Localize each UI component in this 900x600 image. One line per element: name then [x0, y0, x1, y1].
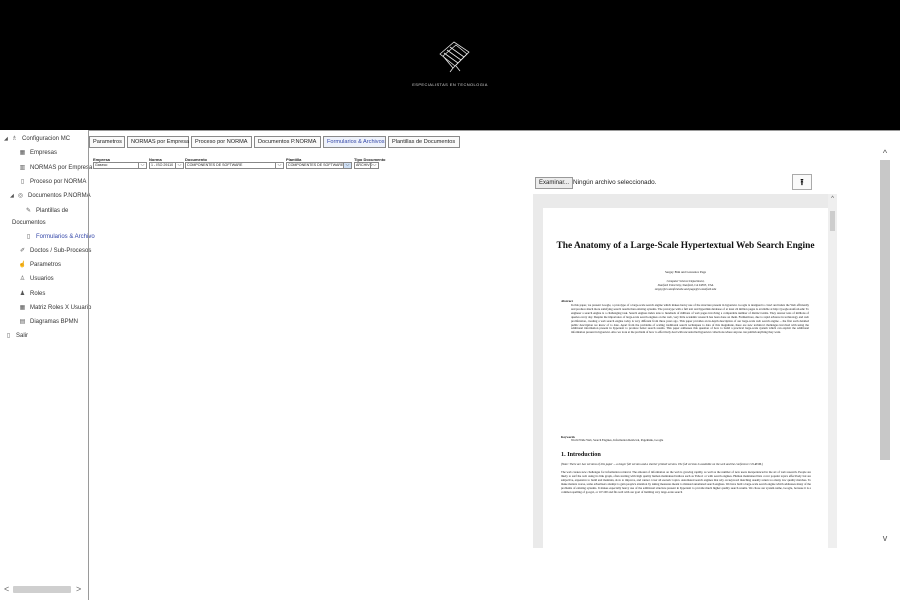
sidebar-item-salir[interactable]: ▯ Salir — [4, 330, 28, 342]
scrollbar-thumb[interactable] — [830, 211, 835, 231]
tab-proceso-por-norma[interactable]: Proceso por NORMA — [191, 136, 252, 148]
tipo-documento-select[interactable]: ARCHIVO ⌵ — [354, 162, 379, 169]
pdf-authors: Sergey Brin and Lawrence Page — [664, 270, 706, 274]
file-upload: Examinar... Ningún archivo seleccionado. — [535, 176, 793, 192]
building-icon: ▦ — [19, 150, 26, 156]
users-icon: ♟ — [19, 291, 26, 297]
sidebar-item-matriz-roles[interactable]: ▦ Matriz Roles X Usuario — [18, 302, 92, 314]
pdf-title: The Anatomy of a Large-Scale Hypertextua… — [556, 241, 815, 251]
sidebar-item-proceso-por-norma[interactable]: ▯ Proceso por NORMA — [18, 176, 87, 188]
main-vertical-scrollbar[interactable]: ^ v — [879, 148, 893, 588]
scrollbar-thumb[interactable] — [13, 586, 71, 593]
norma-select[interactable]: 1 - ISO 29110 ⌵ — [149, 162, 184, 169]
sidebar-item-doctos-subprocesos[interactable]: ✐ Doctos / Sub-Procesos — [18, 245, 91, 257]
grid-icon: ▦ — [19, 305, 26, 311]
tab-normas-por-empresa[interactable]: NORMAS por Empresa — [127, 136, 189, 148]
documento-select[interactable]: COMPONENTES DE SOFTWARE ⌵ — [185, 162, 284, 169]
sidebar-item-plantillas-line2[interactable]: Documentos — [12, 217, 46, 229]
file-status-text: Ningún archivo seleccionado. — [573, 179, 657, 186]
scroll-up-button[interactable]: ^ — [879, 148, 891, 158]
pdf-vertical-scrollbar[interactable]: ^ — [828, 194, 837, 548]
scroll-left-button[interactable]: < — [4, 583, 9, 595]
sidebar-item-configuracion[interactable]: ◢ ♗ Configuracion MC — [4, 133, 70, 145]
company-tagline: ESPECIALISTAS EN TECNOLOGIA — [412, 82, 488, 87]
scrollbar-thumb[interactable] — [880, 160, 890, 460]
chevron-down-icon[interactable]: ⌵ — [275, 163, 283, 168]
scroll-up-icon[interactable]: ^ — [828, 196, 837, 202]
pdf-section-heading: 1. Introduction — [561, 451, 601, 458]
sidebar-item-documentos-pnorma[interactable]: ◢ ◎ Documentos P.NORMA — [10, 190, 91, 202]
file-icon: ▯ — [26, 234, 31, 240]
sidebar-item-parametros[interactable]: ☝ Parametros — [18, 259, 61, 271]
pdf-keywords: World Wide Web, Search Engines, Informat… — [571, 438, 664, 442]
pdf-abstract: In this paper, we present Google, a prot… — [571, 303, 809, 335]
empresa-select[interactable]: Gaseco ⌵ — [93, 162, 147, 169]
org-icon: ♗ — [11, 136, 18, 142]
sidebar-item-normas-por-empresa[interactable]: ▥ NORMAS por Empresa — [18, 162, 93, 174]
navigation-sidebar: ◢ ♗ Configuracion MC ▦ Empresas ▥ NORMAS por… — [0, 130, 95, 600]
plantilla-select[interactable]: COMPONENTES DE SOFTWARE ⌵ — [286, 162, 352, 169]
chevron-down-icon[interactable]: ⌵ — [370, 163, 378, 168]
scroll-right-button[interactable]: > — [76, 583, 81, 595]
chevron-down-icon[interactable]: ⌵ — [175, 163, 183, 168]
tab-formularios-archivos[interactable]: Formularios & ArchivosX — [323, 136, 392, 148]
hand-icon: ☝ — [18, 262, 27, 268]
edit-icon: ✐ — [19, 248, 26, 254]
pdf-intro: The web creates new challenges for infor… — [561, 470, 811, 494]
sidebar-item-usuarios[interactable]: ♙ Usuarios — [18, 273, 54, 285]
chevron-down-icon[interactable]: ⌵ — [343, 163, 351, 168]
tab-documentos-pnorma[interactable]: Documentos P.NORMA — [254, 136, 321, 148]
sidebar-item-diagramas-bpmn[interactable]: ▤ Diagramas BPMN — [18, 316, 78, 328]
user-icon: ♙ — [19, 276, 26, 282]
upload-icon[interactable]: ⭱ — [792, 174, 812, 190]
pdf-affiliation: Computer Science Department, Stanford Un… — [654, 279, 717, 291]
main-content: Parametros NORMAS por Empresa Proceso po… — [88, 130, 900, 600]
browse-button[interactable]: Examinar... — [535, 177, 574, 189]
pdf-page: The Anatomy of a Large-Scale Hypertextua… — [543, 208, 828, 548]
tab-plantillas-documentos[interactable]: Plantillas de Documentos — [388, 136, 460, 148]
scroll-down-button[interactable]: v — [879, 533, 891, 543]
doc-icon: ▥ — [19, 165, 26, 171]
sidebar-horizontal-scrollbar[interactable]: < > — [4, 583, 84, 595]
page-icon: ▯ — [20, 179, 25, 185]
diagram-icon: ▤ — [19, 319, 26, 325]
pdf-note: (Note: There are two versions of this pa… — [561, 462, 763, 466]
sidebar-item-roles[interactable]: ♟ Roles — [18, 288, 46, 300]
sidebar-item-formularios[interactable]: ▯ Formularios & Archivo — [24, 231, 95, 243]
tab-parametros[interactable]: Parametros — [89, 136, 125, 148]
sidebar-item-empresas[interactable]: ▦ Empresas — [18, 147, 57, 159]
chevron-down-icon[interactable]: ⌵ — [138, 163, 146, 168]
company-logo-icon — [439, 41, 470, 73]
template-icon: ✎ — [25, 208, 32, 214]
globe-icon: ◎ — [17, 193, 24, 199]
exit-icon: ▯ — [6, 333, 11, 339]
brand-header: ESPECIALISTAS EN TECNOLOGIA — [0, 0, 900, 130]
pdf-viewer[interactable]: The Anatomy of a Large-Scale Hypertextua… — [533, 194, 837, 548]
sidebar-item-plantillas[interactable]: ✎ Plantillas de — [24, 205, 68, 217]
